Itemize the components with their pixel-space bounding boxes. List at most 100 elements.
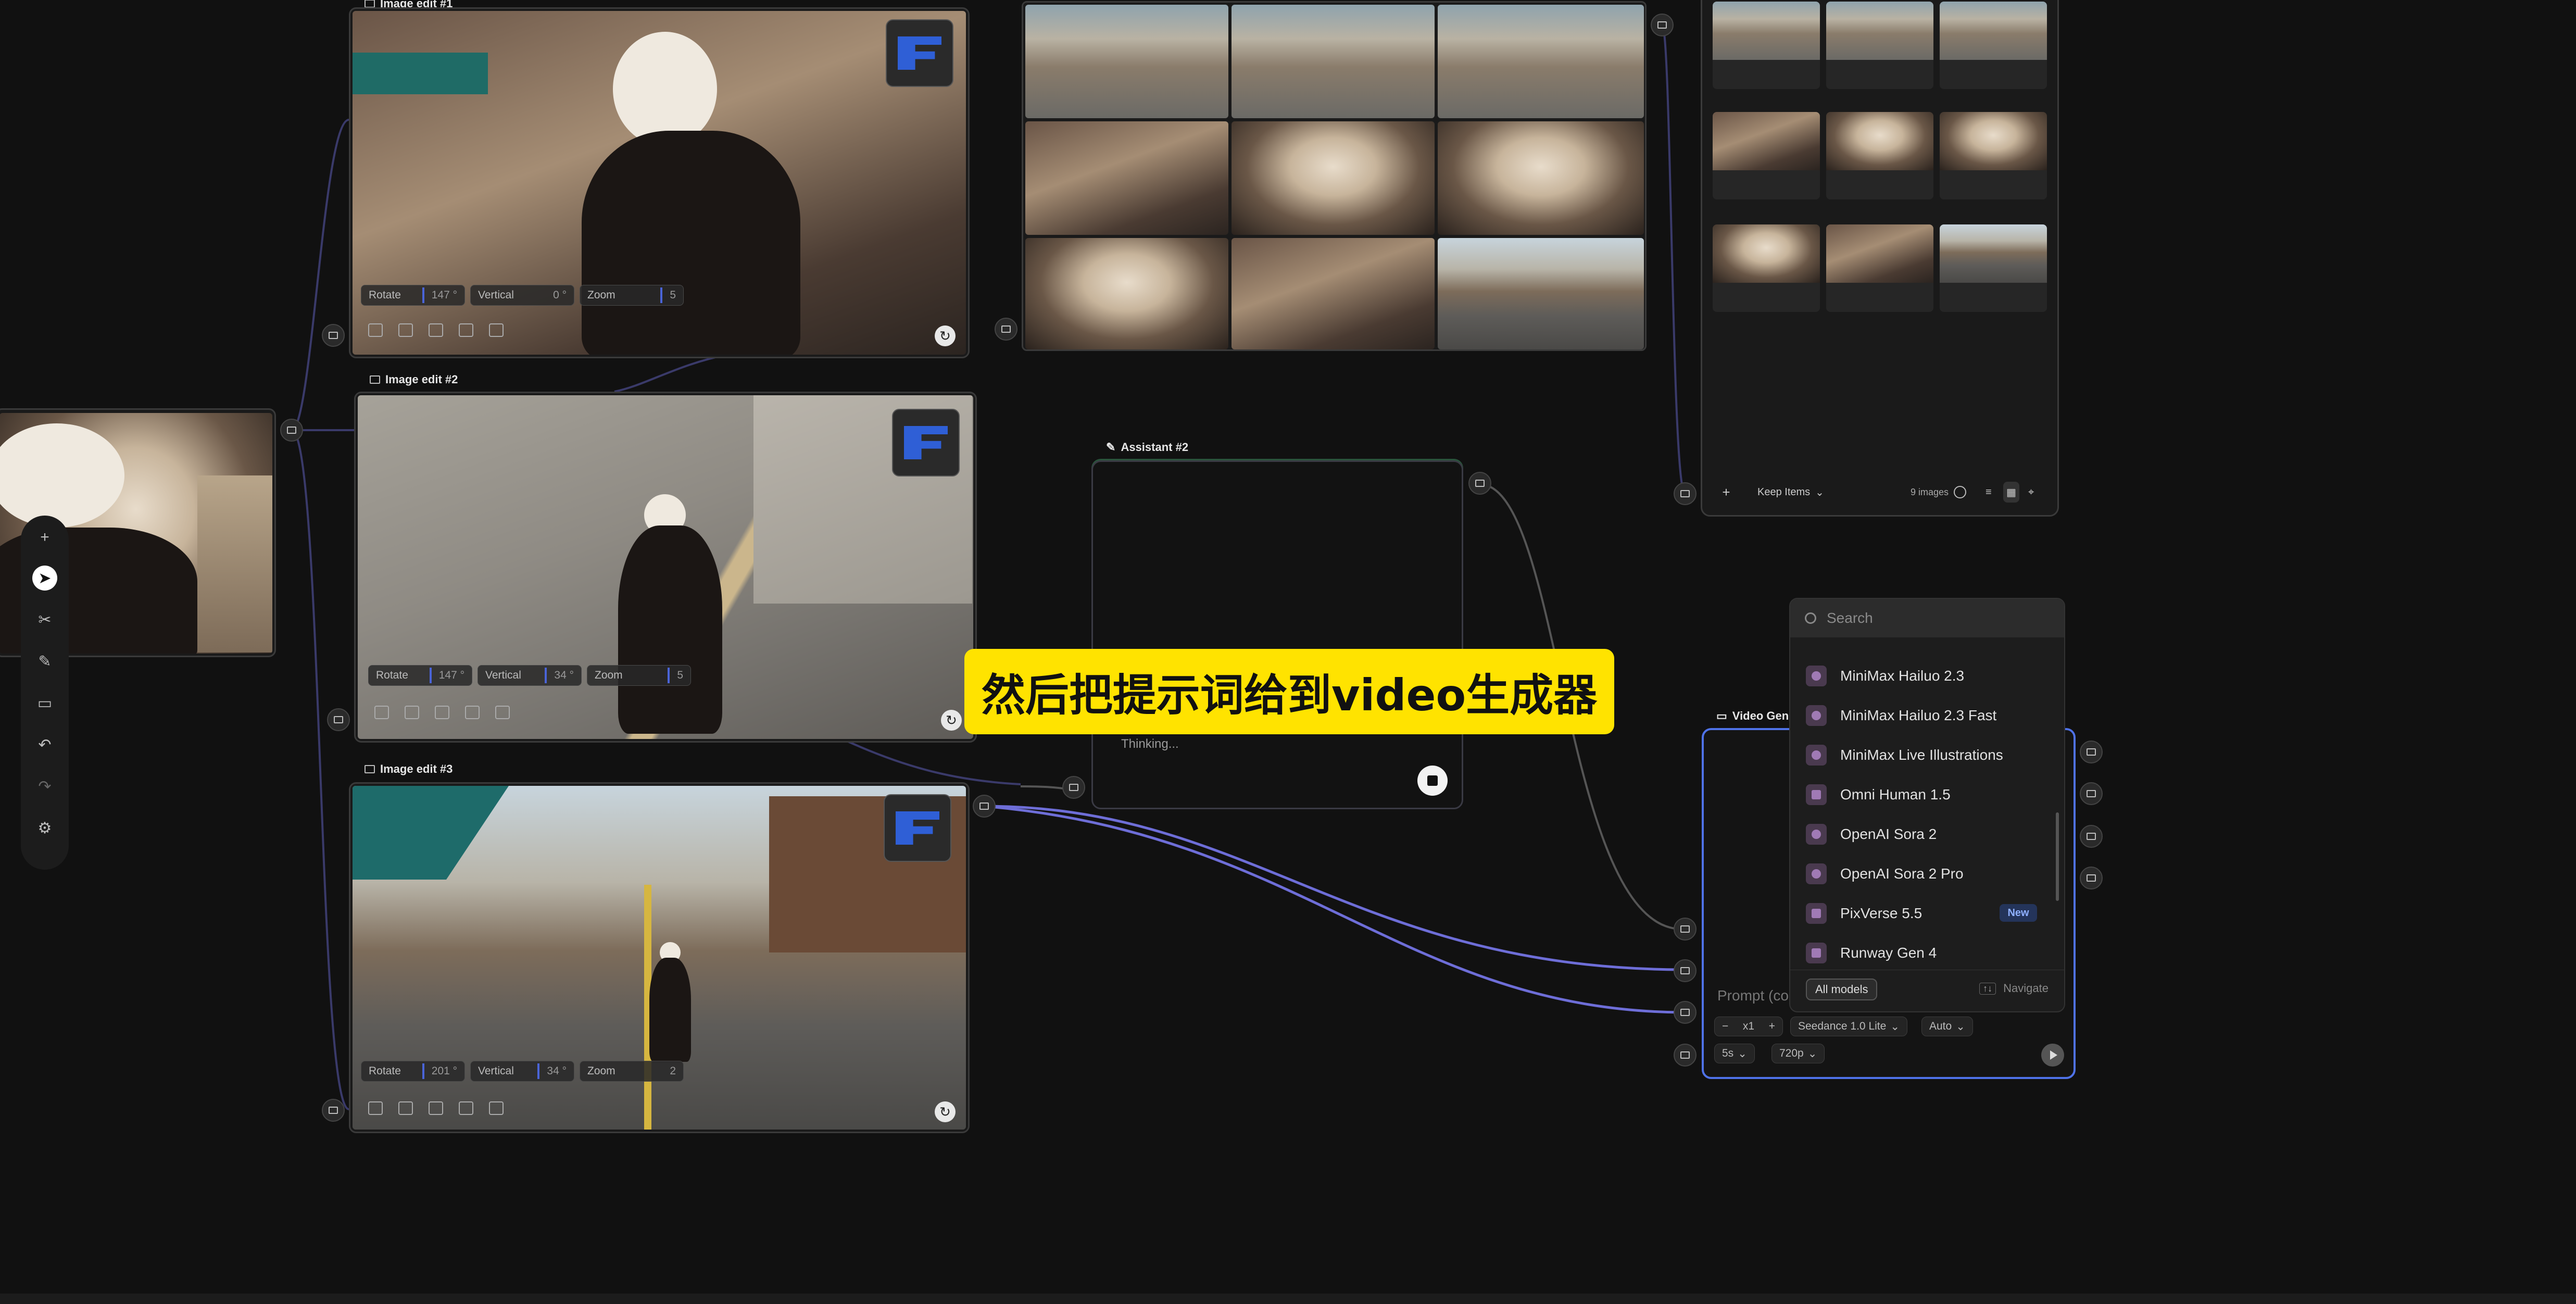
image-icon[interactable] bbox=[398, 1101, 413, 1115]
gallery-node[interactable]: + Keep Items ⌄ 9 images ≡ ▦ ⌖ bbox=[1701, 0, 2059, 517]
generate-button[interactable] bbox=[2041, 1044, 2064, 1067]
edit3-output-port[interactable] bbox=[973, 795, 996, 818]
grid-output-port[interactable] bbox=[1651, 14, 1674, 36]
zoom-control[interactable]: Zoom 5 bbox=[587, 665, 691, 686]
crop-icon[interactable] bbox=[368, 1101, 383, 1115]
model-option[interactable]: OpenAI Sora 2 Pro bbox=[1806, 858, 1964, 889]
video-input-text-port[interactable] bbox=[1674, 918, 1697, 941]
gallery-item[interactable] bbox=[1940, 112, 2047, 199]
edit1-output-port[interactable] bbox=[995, 318, 1017, 341]
refresh-button[interactable]: ↻ bbox=[935, 325, 956, 346]
compare-icon[interactable] bbox=[459, 323, 473, 337]
model-option[interactable]: Omni Human 1.5 bbox=[1806, 779, 1951, 810]
select-tool-button[interactable]: ➤ bbox=[32, 566, 57, 591]
comment-button[interactable]: ▭ bbox=[32, 691, 57, 716]
folder-icon[interactable] bbox=[429, 1101, 443, 1115]
sliders-icon[interactable] bbox=[495, 706, 510, 719]
edit1-input-port[interactable] bbox=[322, 324, 345, 347]
rotate-control[interactable]: Rotate 147 ° bbox=[368, 665, 472, 686]
model-option[interactable]: MiniMax Live Illustrations bbox=[1806, 739, 2003, 771]
undo-button[interactable]: ↶ bbox=[32, 732, 57, 757]
vertical-control[interactable]: Vertical 34 ° bbox=[470, 1061, 574, 1082]
rotate-control[interactable]: Rotate 201 ° bbox=[361, 1061, 465, 1082]
image-edit-2-node[interactable]: Rotate 147 ° Vertical 34 ° Zoom 5 ↻ bbox=[354, 392, 977, 743]
image-icon bbox=[1657, 21, 1667, 29]
assistant-input-port[interactable] bbox=[1062, 776, 1085, 799]
model-option[interactable]: MiniMax Hailuo 2.3 Fast bbox=[1806, 700, 1996, 731]
gallery-item[interactable] bbox=[1826, 2, 1933, 89]
assistant-output-port[interactable] bbox=[1468, 472, 1491, 495]
increment-button[interactable]: + bbox=[1769, 1020, 1775, 1033]
cut-tool-button[interactable]: ✂ bbox=[32, 607, 57, 632]
rotate-control[interactable]: Rotate 147 ° bbox=[361, 285, 465, 306]
gallery-item[interactable] bbox=[1826, 112, 1933, 199]
video-input-image-port-3[interactable] bbox=[1674, 1044, 1697, 1067]
gallery-item[interactable] bbox=[1826, 224, 1933, 312]
model-option[interactable]: MiniMax Hailuo 2.3 bbox=[1806, 660, 1964, 692]
model-option[interactable]: PixVerse 5.5 bbox=[1806, 898, 1922, 929]
gallery-item[interactable] bbox=[1713, 2, 1820, 89]
compare-icon[interactable] bbox=[459, 1101, 473, 1115]
crop-icon[interactable] bbox=[368, 323, 383, 337]
pin-icon: ⌖ bbox=[2028, 486, 2034, 498]
video-input-image-port-2[interactable] bbox=[1674, 1001, 1697, 1024]
model-option[interactable]: OpenAI Sora 2 bbox=[1806, 819, 1937, 850]
stop-button[interactable] bbox=[1417, 766, 1448, 796]
gallery-item[interactable] bbox=[1940, 224, 2047, 312]
grid-image-node[interactable] bbox=[1022, 1, 1647, 351]
zoom-control[interactable]: Zoom 2 bbox=[580, 1061, 684, 1082]
vertical-control[interactable]: Vertical 0 ° bbox=[470, 285, 574, 306]
assistant-node[interactable]: Thinking... bbox=[1091, 460, 1463, 809]
crop-icon[interactable] bbox=[374, 706, 389, 719]
decrement-button[interactable]: − bbox=[1722, 1020, 1728, 1033]
gallery-item[interactable] bbox=[1713, 112, 1820, 199]
model-option[interactable]: Runway Gen 4 bbox=[1806, 937, 1937, 969]
prompt-input[interactable]: Prompt (co bbox=[1717, 987, 1789, 1004]
zoom-control[interactable]: Zoom 5 bbox=[580, 285, 684, 306]
sliders-icon[interactable] bbox=[489, 1101, 504, 1115]
dropdown-scrollbar[interactable] bbox=[2056, 812, 2059, 901]
duration-select[interactable]: 5s ⌄ bbox=[1714, 1044, 1755, 1063]
resolution-select[interactable]: 720p ⌄ bbox=[1771, 1044, 1825, 1063]
compare-icon[interactable] bbox=[465, 706, 480, 719]
model-search-input[interactable] bbox=[1827, 610, 2025, 626]
sliders-icon[interactable] bbox=[489, 323, 504, 337]
video-output-port-3[interactable] bbox=[2080, 825, 2103, 848]
source-output-port[interactable] bbox=[280, 419, 303, 442]
vertical-control[interactable]: Vertical 34 ° bbox=[477, 665, 582, 686]
image-icon[interactable] bbox=[398, 323, 413, 337]
redo-button[interactable]: ↷ bbox=[32, 774, 57, 799]
count-stepper[interactable]: − x1 + bbox=[1714, 1017, 1783, 1036]
image-edit-1-node[interactable]: Rotate 147 ° Vertical 0 ° Zoom 5 ↻ bbox=[349, 7, 970, 358]
image-edit-3-node[interactable]: Rotate 201 ° Vertical 34 ° Zoom 2 ↻ bbox=[349, 782, 970, 1133]
video-output-port-2[interactable] bbox=[2080, 782, 2103, 805]
gallery-item[interactable] bbox=[1940, 2, 2047, 89]
video-input-image-port-1[interactable] bbox=[1674, 959, 1697, 982]
list-view-button[interactable]: ≡ bbox=[1986, 482, 1992, 503]
folder-icon[interactable] bbox=[429, 323, 443, 337]
edit2-input-port[interactable] bbox=[327, 708, 350, 731]
edit3-input-port[interactable] bbox=[322, 1099, 345, 1122]
image-icon[interactable] bbox=[405, 706, 419, 719]
model-select[interactable]: Seedance 1.0 Lite ⌄ bbox=[1790, 1017, 1907, 1036]
pin-button[interactable]: ⌖ bbox=[2028, 482, 2034, 503]
grid-view-button[interactable]: ▦ bbox=[2003, 482, 2019, 503]
refresh-button[interactable]: ↻ bbox=[935, 1101, 956, 1122]
node-canvas[interactable]: + ➤ ✂ ✎ ▭ ↶ ↷ ⚙ Image edit #1 Rotate 147 … bbox=[0, 0, 2576, 1304]
gallery-add-button[interactable]: + bbox=[1716, 482, 1737, 503]
gallery-input-port[interactable] bbox=[1674, 482, 1697, 505]
gallery-item[interactable] bbox=[1713, 224, 1820, 312]
folder-icon[interactable] bbox=[435, 706, 449, 719]
model-search[interactable] bbox=[1790, 599, 2064, 637]
model-dropdown[interactable]: MiniMax Hailuo 2.3 MiniMax Hailuo 2.3 Fa… bbox=[1789, 598, 2065, 1012]
video-output-port-4[interactable] bbox=[2080, 867, 2103, 889]
keep-items-dropdown[interactable]: Keep Items ⌄ bbox=[1752, 482, 1829, 503]
video-output-port-1[interactable] bbox=[2080, 741, 2103, 763]
settings-button[interactable]: ⚙ bbox=[32, 816, 57, 841]
pen-tool-button[interactable]: ✎ bbox=[32, 649, 57, 674]
all-models-button[interactable]: All models bbox=[1806, 979, 1878, 1000]
add-node-button[interactable]: + bbox=[32, 525, 57, 550]
mode-select[interactable]: Auto ⌄ bbox=[1921, 1017, 1973, 1036]
chevron-down-icon: ⌄ bbox=[1890, 1020, 1900, 1033]
refresh-button[interactable]: ↻ bbox=[941, 710, 962, 731]
